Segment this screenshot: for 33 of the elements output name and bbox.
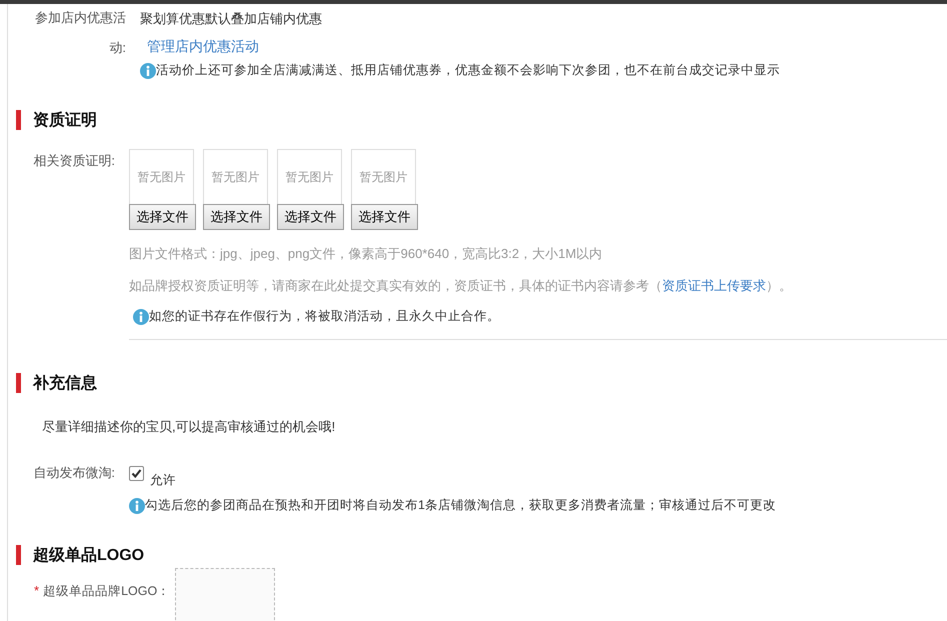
placeholder-text: 暂无图片 <box>212 168 260 186</box>
info-text: 活动价上还可参加全店满减满送、抵用店铺优惠券，优惠金额不会影响下次参团，也不在前台成交记录中显示 <box>156 62 780 79</box>
info-text: 勾选后您的参团商品在预热和开团时将自动发布1条店铺微淘信息，获取更多消费者流量；审核通过后不可更改 <box>145 497 776 514</box>
section-marker <box>16 373 21 393</box>
section-title: 资质证明 <box>33 110 97 130</box>
info-text: 如您的证书存在作假行为，将被取消活动，且永久中止合作。 <box>149 308 500 325</box>
field-label: 相关资质证明: <box>32 152 116 170</box>
format-hint: 图片文件格式：jpg、jpeg、png文件，像素高于960*640，宽高比3:2，大小1M以内 <box>129 245 604 263</box>
field-label: 自动发布微淘: <box>32 464 116 482</box>
field-label: 超级单品品牌LOGO： <box>43 583 172 600</box>
description-text: 尽量详细描述你的宝贝,可以提高审核通过的机会哦! <box>42 419 336 434</box>
choose-file-button[interactable]: 选择文件 <box>351 204 418 230</box>
placeholder-text: 暂无图片 <box>138 168 186 186</box>
manage-discount-link[interactable]: 管理店内优惠活动 <box>147 38 947 56</box>
section-title: 补充信息 <box>33 373 97 394</box>
discount-text: 聚划算优惠默认叠加店铺内优惠 <box>140 10 323 28</box>
section-marker <box>16 545 21 565</box>
required-mark: * <box>34 582 40 600</box>
choose-file-button[interactable]: 选择文件 <box>129 204 196 230</box>
choose-file-button[interactable]: 选择文件 <box>277 204 344 230</box>
checkbox-label: 允许 <box>150 472 176 489</box>
checkbox[interactable] <box>129 466 144 481</box>
info-icon <box>133 308 149 324</box>
info-icon <box>129 498 145 514</box>
choose-file-button[interactable]: 选择文件 <box>203 204 270 230</box>
section-marker <box>16 110 21 130</box>
placeholder-text: 暂无图片 <box>360 168 408 186</box>
placeholder-text: 暂无图片 <box>286 168 334 186</box>
field-label: 参加店内优惠活动: <box>34 9 127 57</box>
note-text: 如品牌授权资质证明等，请商家在此处提交真实有效的，资质证书，具体的证书内容请参考（资质证书上传要求）。 <box>129 277 793 295</box>
section-title: 超级单品LOGO <box>33 546 144 566</box>
info-icon <box>140 62 156 78</box>
upload-requirements-link[interactable]: 资质证书上传要求 <box>662 278 766 293</box>
